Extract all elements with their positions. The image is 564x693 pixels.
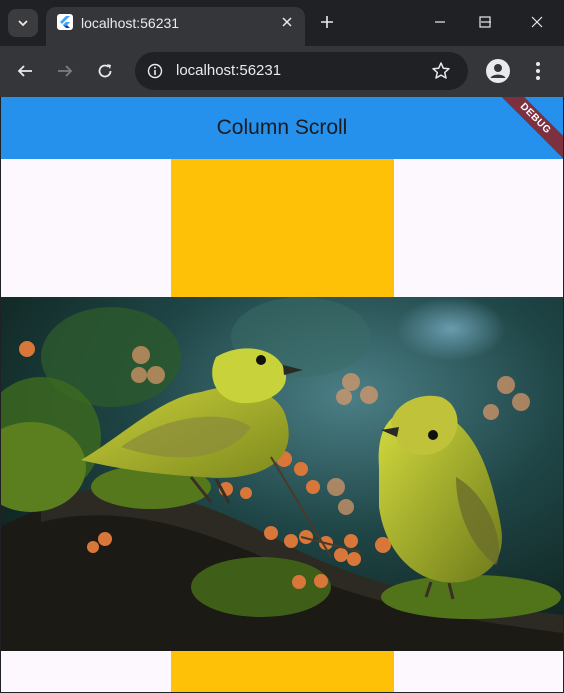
arrow-left-icon [17, 65, 32, 77]
yellow-box-bottom [171, 651, 394, 692]
new-tab-button[interactable] [316, 11, 338, 33]
browser-menu-button[interactable] [530, 59, 546, 83]
tab-title: localhost:56231 [81, 15, 180, 31]
browser-toolbar: localhost:56231 [0, 46, 564, 97]
reload-button[interactable] [92, 58, 118, 84]
close-icon [531, 16, 543, 28]
arrow-right-icon [58, 65, 73, 77]
more-vert-icon [536, 62, 540, 80]
flutter-logo-icon [57, 14, 73, 30]
address-text[interactable]: localhost:56231 [176, 62, 281, 79]
forward-button[interactable] [52, 58, 78, 84]
close-window-button[interactable] [522, 8, 552, 36]
minimize-icon [435, 21, 445, 23]
minimize-button-visual[interactable] [425, 8, 455, 36]
maximize-icon [479, 16, 491, 28]
bird-photo [1, 297, 563, 651]
maximize-button-visual[interactable] [470, 8, 500, 36]
yellow-box-top [171, 159, 394, 297]
back-button[interactable] [12, 58, 38, 84]
browser-tab[interactable]: localhost:56231 [46, 7, 305, 46]
address-bar[interactable]: localhost:56231 [135, 52, 468, 90]
plus-icon [321, 16, 333, 28]
app-bar: Column Scroll DEBUG [1, 97, 563, 164]
chevron-down-icon [18, 20, 28, 27]
tab-close-button[interactable] [278, 13, 296, 31]
info-icon[interactable] [147, 63, 163, 79]
profile-button[interactable] [486, 59, 510, 83]
close-icon [282, 17, 292, 27]
page-title: Column Scroll [216, 116, 348, 139]
browser-window: localhost:56231 localhost:56231 Column S… [0, 0, 564, 693]
page-viewport[interactable]: Column Scroll DEBUG [1, 97, 563, 692]
reload-icon [98, 64, 112, 78]
bird-photo-illustration [1, 297, 563, 651]
tab-search-button[interactable] [8, 9, 38, 37]
star-icon[interactable] [431, 61, 451, 81]
person-icon [490, 64, 506, 78]
